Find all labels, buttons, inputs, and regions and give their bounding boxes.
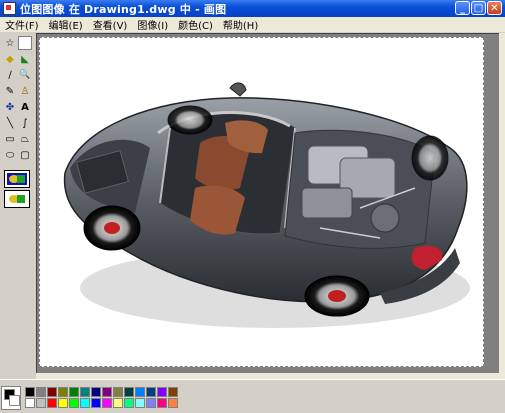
palette-top-swatch[interactable] xyxy=(124,387,134,397)
palette-bottom-swatch[interactable] xyxy=(36,398,46,408)
maximize-button[interactable]: □ xyxy=(471,1,486,15)
palette-top-swatch[interactable] xyxy=(146,387,156,397)
palette-bottom-swatch[interactable] xyxy=(102,398,112,408)
palette-bottom-swatch[interactable] xyxy=(80,398,90,408)
palette-bottom-swatch[interactable] xyxy=(135,398,145,408)
transparency-transparent-option[interactable] xyxy=(4,190,30,208)
palette-top-swatch[interactable] xyxy=(91,387,101,397)
menu-edit[interactable]: 编辑(E) xyxy=(44,17,88,32)
palette-top-swatch[interactable] xyxy=(25,387,35,397)
palette-bottom-swatch[interactable] xyxy=(157,398,167,408)
close-button[interactable]: ✕ xyxy=(487,1,502,15)
transparency-opaque-option[interactable] xyxy=(4,170,30,188)
menu-file[interactable]: 文件(F) xyxy=(0,17,44,32)
brush-icon[interactable]: ♙ xyxy=(18,84,32,98)
window-title: 位图图像 在 Drawing1.dwg 中 - 画图 xyxy=(20,2,227,16)
color-picker-icon[interactable]: ∕ xyxy=(3,68,17,82)
menu-colors[interactable]: 颜色(C) xyxy=(173,17,218,32)
free-select-icon[interactable]: ☆ xyxy=(3,36,17,50)
palette-top-swatch[interactable] xyxy=(168,387,178,397)
text-icon[interactable]: A xyxy=(18,100,32,114)
palette-top-swatch[interactable] xyxy=(80,387,90,397)
palette-top-swatch[interactable] xyxy=(102,387,112,397)
menu-bar: 文件(F) 编辑(E) 查看(V) 图像(I) 颜色(C) 帮助(H) xyxy=(0,17,505,32)
palette-bottom-swatch[interactable] xyxy=(58,398,68,408)
color-palette xyxy=(0,379,505,413)
menu-image[interactable]: 图像(I) xyxy=(132,17,173,32)
palette-top-swatch[interactable] xyxy=(58,387,68,397)
toolbox: ☆ ◆ ◣ ∕ 🔍 ✎ ♙ ✤ A ╲ ∫ ▭ ⏢ ⬭ ▢ xyxy=(0,33,35,378)
paint-app-icon[interactable] xyxy=(3,2,16,15)
palette-top-swatch[interactable] xyxy=(47,387,57,397)
ellipse-icon[interactable]: ⬭ xyxy=(3,148,17,162)
palette-bottom-swatch[interactable] xyxy=(168,398,178,408)
title-bar[interactable]: 位图图像 在 Drawing1.dwg 中 - 画图 _ □ ✕ xyxy=(0,0,505,17)
palette-bottom-swatch[interactable] xyxy=(91,398,101,408)
vertical-scrollbar[interactable] xyxy=(499,33,505,373)
minimize-button[interactable]: _ xyxy=(455,1,470,15)
line-icon[interactable]: ╲ xyxy=(3,116,17,130)
palette-bottom-swatch[interactable] xyxy=(47,398,57,408)
palette-bottom-swatch[interactable] xyxy=(69,398,79,408)
palette-top-swatch[interactable] xyxy=(113,387,123,397)
car-cutaway-image xyxy=(63,82,470,328)
rounded-rect-icon[interactable]: ▢ xyxy=(18,148,32,162)
magnifier-icon[interactable]: 🔍 xyxy=(18,68,32,82)
rectangle-icon[interactable]: ▭ xyxy=(3,132,17,146)
palette-top-swatch[interactable] xyxy=(135,387,145,397)
pencil-icon[interactable]: ✎ xyxy=(3,84,17,98)
airbrush-icon[interactable]: ✤ xyxy=(3,100,17,114)
menu-help[interactable]: 帮助(H) xyxy=(218,17,263,32)
palette-bottom-swatch[interactable] xyxy=(146,398,156,408)
palette-bottom-swatch[interactable] xyxy=(25,398,35,408)
rect-select-icon[interactable] xyxy=(18,36,32,50)
current-colors[interactable] xyxy=(1,386,21,410)
palette-top-swatch[interactable] xyxy=(36,387,46,397)
fill-icon[interactable]: ◣ xyxy=(18,52,32,66)
curve-icon[interactable]: ∫ xyxy=(18,116,32,130)
drawing-canvas[interactable] xyxy=(39,37,484,367)
polygon-icon[interactable]: ⏢ xyxy=(18,132,32,146)
eraser-icon[interactable]: ◆ xyxy=(3,52,17,66)
palette-top-swatch[interactable] xyxy=(157,387,167,397)
background-color-swatch xyxy=(9,395,20,406)
palette-top-swatch[interactable] xyxy=(69,387,79,397)
palette-bottom-swatch[interactable] xyxy=(124,398,134,408)
menu-view[interactable]: 查看(V) xyxy=(88,17,133,32)
palette-bottom-swatch[interactable] xyxy=(113,398,123,408)
